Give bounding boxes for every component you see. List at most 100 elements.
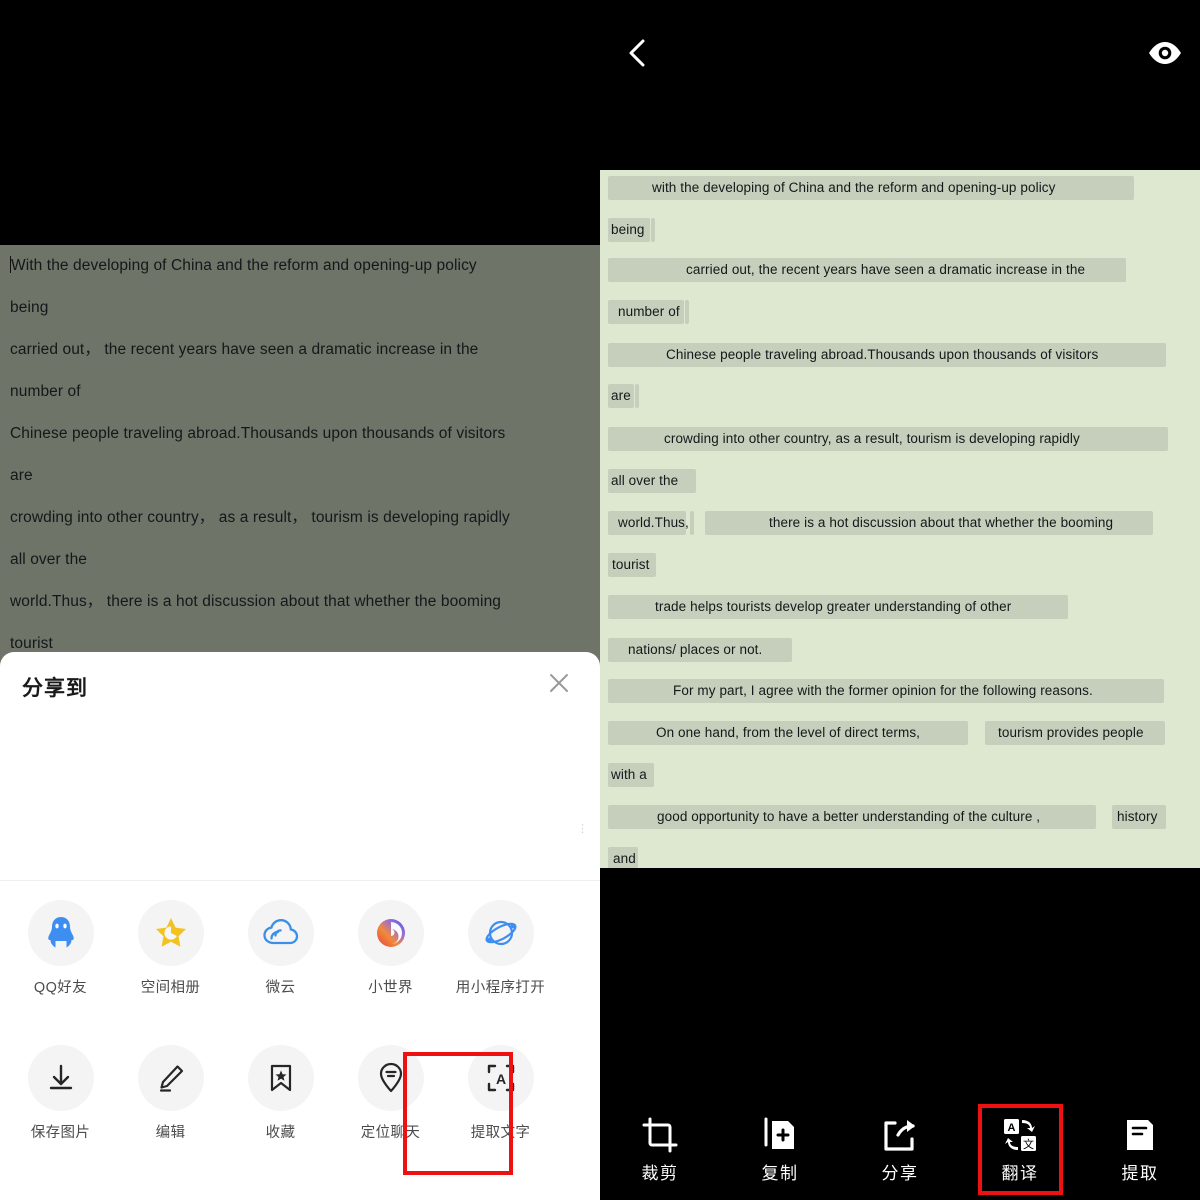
extract-icon	[1122, 1114, 1158, 1156]
ocr-text-line[interactable]: being	[611, 220, 645, 240]
ocr-text-line[interactable]: nations/ places or not.	[628, 640, 762, 660]
ocr-text-line[interactable]: tourism provides people	[998, 723, 1144, 743]
ocr-highlight-box[interactable]	[1160, 343, 1166, 367]
qq-penguin-icon	[47, 917, 74, 948]
share-item-xiaoshijie[interactable]: 小世界	[341, 900, 440, 998]
toolbar-item-translate[interactable]: A 文 翻译	[960, 1098, 1080, 1200]
share-sheet-divider	[0, 880, 600, 881]
ocr-text-line[interactable]: history	[1117, 807, 1157, 827]
viewer-toolbar: 裁剪 复制 分享 A 文 翻译 提取	[600, 1098, 1200, 1200]
ocr-text-line[interactable]: and	[613, 849, 636, 868]
icon-background	[247, 1045, 314, 1111]
toolbar-item-label: 复制	[761, 1164, 799, 1183]
ocr-text-line[interactable]: good opportunity to have a better unders…	[657, 807, 1040, 827]
share-item-open-with-miniprogram[interactable]: 用小程序打开	[451, 900, 550, 998]
translate-icon: A 文	[1002, 1114, 1038, 1156]
ocr-text-line[interactable]: are	[611, 386, 631, 406]
ocr-result-image[interactable]: with the developing of China and the ref…	[600, 170, 1200, 868]
share-item-label: 编辑	[155, 1125, 186, 1141]
svg-text:文: 文	[1023, 1137, 1034, 1151]
viewer-topbar	[600, 0, 1200, 105]
icon-background	[357, 1045, 424, 1111]
share-item-qzone-album[interactable]: 空间相册	[121, 900, 220, 998]
chevron-left-icon[interactable]	[618, 33, 658, 73]
share-item-label: 保存图片	[30, 1125, 91, 1141]
share-item-qq-friend[interactable]: QQ好友	[11, 900, 110, 998]
miniprogram-planet-icon	[484, 920, 517, 946]
share-item-save-image[interactable]: 保存图片	[11, 1045, 110, 1143]
icon-background	[467, 900, 534, 966]
crop-icon	[642, 1114, 678, 1156]
toolbar-item-share[interactable]: 分享	[840, 1098, 960, 1200]
ocr-text-line[interactable]: with a	[611, 765, 647, 785]
eye-icon[interactable]	[1146, 36, 1184, 70]
download-icon	[49, 1064, 72, 1090]
share-item-label: 微云	[265, 980, 296, 996]
ocr-text-line[interactable]: there is a hot discussion about that whe…	[769, 513, 1113, 533]
share-item-favorite[interactable]: 收藏	[231, 1045, 330, 1143]
icon-background	[27, 900, 94, 966]
share-target-row-1: QQ好友 空间相册 微云 小世界 用小程序打开	[0, 900, 600, 998]
ocr-highlight-box[interactable]	[685, 300, 689, 324]
icon-background	[137, 1045, 204, 1111]
ocr-highlight-box[interactable]	[688, 469, 696, 493]
document-line: are	[10, 467, 33, 484]
scroll-indicator: ⋮	[577, 823, 588, 835]
ocr-text-line[interactable]: all over the	[611, 471, 678, 491]
ocr-text-line[interactable]: carried out, the recent years have seen …	[686, 260, 1085, 280]
document-line: crowding into other country， as a result…	[10, 509, 510, 526]
icon-background: A	[467, 1045, 534, 1111]
document-image-left[interactable]: With the developing of China and the ref…	[0, 245, 600, 665]
ocr-highlight-box[interactable]	[1128, 176, 1134, 200]
ocr-text-line[interactable]: tourist	[612, 555, 649, 575]
weiyun-cloud-icon	[262, 919, 298, 945]
ocr-text-line[interactable]: number of	[618, 302, 680, 322]
qzone-star-icon	[155, 918, 186, 947]
share-item-extract-text[interactable]: A 提取文字	[451, 1045, 550, 1143]
screenshot-stage: With the developing of China and the ref…	[0, 0, 1200, 1200]
close-icon[interactable]	[544, 668, 574, 698]
document-line: being	[10, 299, 49, 316]
ocr-text-line[interactable]: For my part, I agree with the former opi…	[673, 681, 1093, 701]
toolbar-item-crop[interactable]: 裁剪	[600, 1098, 720, 1200]
copy-icon	[762, 1114, 798, 1156]
ocr-text-line[interactable]: trade helps tourists develop greater und…	[655, 597, 1011, 617]
share-sheet-title: 分享到	[22, 677, 88, 700]
ocr-text-line[interactable]: world.Thus,	[618, 513, 689, 533]
share-item-label: 收藏	[265, 1125, 296, 1141]
icon-background	[357, 900, 424, 966]
icon-background	[247, 900, 314, 966]
toolbar-item-extract[interactable]: 提取	[1080, 1098, 1200, 1200]
ocr-text-line[interactable]: On one hand, from the level of direct te…	[656, 723, 920, 743]
ocr-highlight-box[interactable]	[690, 511, 694, 535]
share-item-label: 用小程序打开	[455, 980, 546, 996]
ocr-highlight-box[interactable]	[635, 384, 639, 408]
toolbar-item-label: 提取	[1121, 1164, 1159, 1183]
ocr-text-line[interactable]: crowding into other country, as a result…	[664, 429, 1080, 449]
share-item-locate-chat[interactable]: 定位聊天	[341, 1045, 440, 1143]
ocr-text-line[interactable]: Chinese people traveling abroad.Thousand…	[666, 345, 1098, 365]
toolbar-item-label: 分享	[881, 1164, 919, 1183]
document-line: all over the	[10, 551, 88, 568]
ocr-highlight-box[interactable]	[651, 218, 655, 242]
share-item-weiyun[interactable]: 微云	[231, 900, 330, 998]
ocr-highlight-box[interactable]	[1120, 258, 1126, 282]
document-line: world.Thus， there is a hot discussion ab…	[10, 593, 502, 610]
share-sheet: 分享到 ⋮ QQ好友 空间相册 微云 小世界 用小程序打开 保存图片 编辑 收藏…	[0, 652, 600, 1200]
share-item-label: QQ好友	[33, 980, 88, 996]
icon-background	[137, 900, 204, 966]
share-item-label: 提取文字	[470, 1125, 531, 1141]
share-item-label: 空间相册	[140, 980, 201, 996]
share-action-row-2: 保存图片 编辑 收藏 定位聊天 A 提取文字	[0, 1045, 600, 1143]
document-line: With the developing of China and the ref…	[10, 256, 477, 274]
svg-text:A: A	[1008, 1122, 1016, 1134]
share-item-label: 定位聊天	[360, 1125, 421, 1141]
share-item-edit[interactable]: 编辑	[121, 1045, 220, 1143]
document-line: carried out， the recent years have seen …	[10, 341, 479, 358]
icon-background	[27, 1045, 94, 1111]
bookmark-star-icon	[270, 1064, 291, 1092]
share-item-label: 小世界	[368, 980, 413, 996]
toolbar-item-copy[interactable]: 复制	[720, 1098, 840, 1200]
toolbar-item-label: 翻译	[1001, 1164, 1039, 1183]
ocr-text-line[interactable]: with the developing of China and the ref…	[652, 178, 1056, 198]
